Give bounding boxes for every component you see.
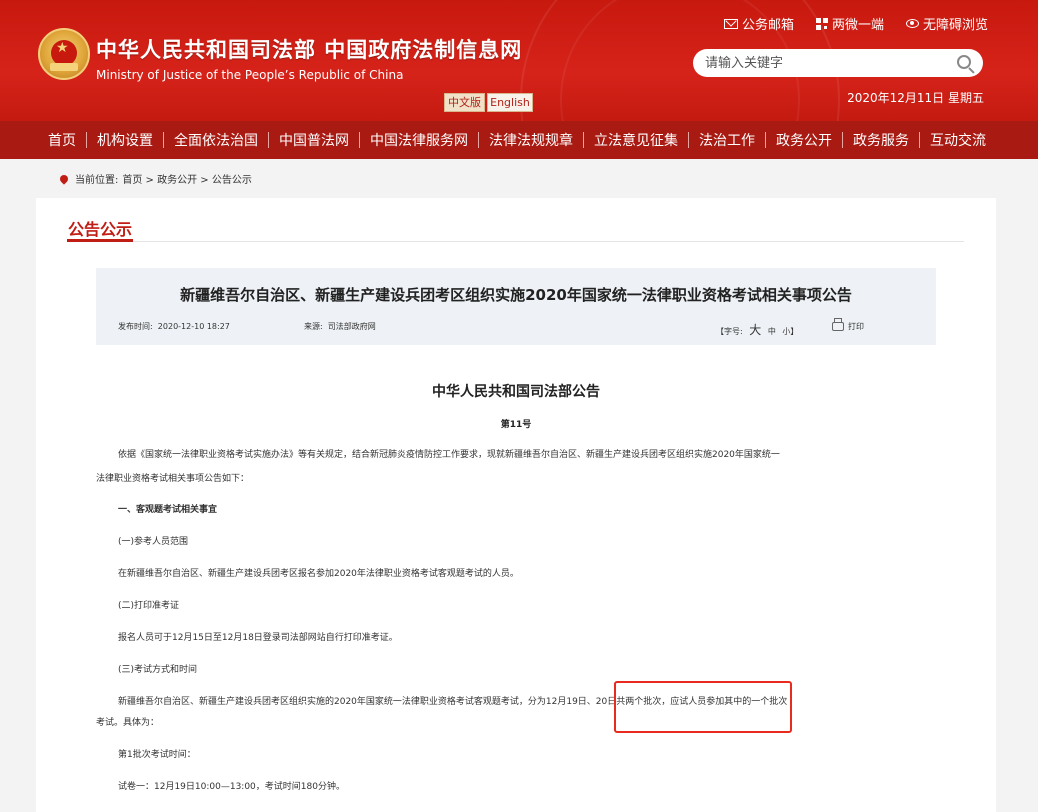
subheading-participants: (一)参考人员范围 (118, 537, 189, 547)
lang-chinese-button[interactable]: 中文版 (444, 93, 485, 112)
main-nav: 首页 机构设置 全面依法治国 中国普法网 中国法律服务网 法律法规规章 立法意见… (0, 121, 1038, 159)
eye-icon (905, 19, 919, 28)
current-date: 2020年12月11日 星期五 (847, 91, 984, 105)
article-source: 来源: 司法部政府网 (304, 322, 376, 331)
nav-item-rule-of-law[interactable]: 全面依法治国 (163, 121, 268, 159)
nav-item-interaction[interactable]: 互动交流 (919, 121, 996, 159)
nav-item-legal-education[interactable]: 中国普法网 (268, 121, 359, 159)
paragraph-exam-method-cont: 考试。具体为： (96, 718, 160, 728)
paragraph-intro-cont: 法律职业资格考试相关事项公告如下： (96, 474, 250, 484)
document-number: 第11号 (500, 420, 532, 430)
search-icon[interactable] (957, 55, 971, 69)
qr-code-icon (815, 17, 828, 30)
heading-objective-exam: 一、客观题考试相关事宜 (118, 505, 218, 515)
breadcrumb: 当前位置: 首页 > 政务公开 > 公告公示 (58, 171, 252, 186)
site-title[interactable]: 中华人民共和国司法部 中国政府法制信息网 (96, 34, 522, 64)
nav-item-legal-work[interactable]: 法治工作 (688, 121, 765, 159)
site-header: ★ 中华人民共和国司法部 中国政府法制信息网 Ministry of Justi… (0, 0, 1038, 121)
search-box (693, 49, 983, 77)
paragraph-intro: 依据《国家统一法律职业资格考试实施办法》等有关规定，结合新冠肺炎疫情防控工作要求… (118, 450, 780, 460)
highlight-box (614, 681, 792, 733)
font-size-small-button[interactable]: 小】 (782, 327, 798, 336)
article-title: 新疆维吾尔自治区、新疆生产建设兵团考区组织实施2020年国家统一法律职业资格考试… (180, 286, 852, 304)
breadcrumb-label: 当前位置: (75, 175, 119, 186)
article-header: 新疆维吾尔自治区、新疆生产建设兵团考区组织实施2020年国家统一法律职业资格考试… (96, 268, 936, 345)
paragraph-participants: 在新疆维吾尔自治区、新疆生产建设兵团考区报名参加2020年法律职业资格考试客观题… (118, 569, 519, 579)
printer-icon (832, 318, 844, 331)
publish-time: 发布时间: 2020-12-10 18:27 (118, 322, 230, 331)
subheading-exam-method: (三)考试方式和时间 (118, 665, 198, 675)
top-links: 公务邮箱 两微一端 无障碍浏览 (723, 14, 988, 33)
breadcrumb-path[interactable]: 首页 > 政务公开 > 公告公示 (122, 171, 251, 186)
section-title: 公告公示 (68, 220, 133, 239)
document-title: 中华人民共和国司法部公告 (432, 384, 600, 400)
print-button[interactable]: 打印 (832, 318, 864, 332)
nav-item-legal-services[interactable]: 中国法律服务网 (359, 121, 478, 159)
section-title-underline (67, 239, 133, 242)
mail-icon (723, 18, 738, 29)
nav-item-home[interactable]: 首页 (38, 121, 86, 159)
official-mail-link[interactable]: 公务邮箱 (723, 14, 794, 33)
paragraph-paper-1: 试卷一：12月19日10:00—13:00，考试时间180分钟。 (118, 782, 345, 792)
nav-item-government-affairs[interactable]: 政务公开 (765, 121, 842, 159)
nav-item-government-services[interactable]: 政务服务 (842, 121, 919, 159)
national-emblem-icon[interactable]: ★ (38, 28, 90, 80)
subheading-admission-ticket: (二)打印准考证 (118, 601, 180, 611)
nav-item-organization[interactable]: 机构设置 (86, 121, 163, 159)
nav-item-laws-regulations[interactable]: 法律法规规章 (478, 121, 583, 159)
font-size-selector: 【字号: 大 中 小】 (716, 323, 799, 337)
lang-english-button[interactable]: English (487, 93, 533, 112)
font-size-large-button[interactable]: 大 (749, 323, 761, 337)
location-icon (58, 172, 70, 185)
media-link[interactable]: 两微一端 (815, 14, 884, 33)
search-input[interactable] (705, 54, 945, 72)
site-subtitle: Ministry of Justice of the People’s Repu… (96, 68, 404, 82)
accessibility-link[interactable]: 无障碍浏览 (905, 14, 988, 33)
paragraph-batch-1: 第1批次考试时间： (118, 750, 196, 760)
font-size-medium-button[interactable]: 中 (768, 327, 776, 336)
paragraph-admission-ticket: 报名人员可于12月15日至12月18日登录司法部网站自行打印准考证。 (118, 633, 398, 643)
section-divider (67, 241, 964, 242)
nav-item-legislation-opinions[interactable]: 立法意见征集 (583, 121, 688, 159)
